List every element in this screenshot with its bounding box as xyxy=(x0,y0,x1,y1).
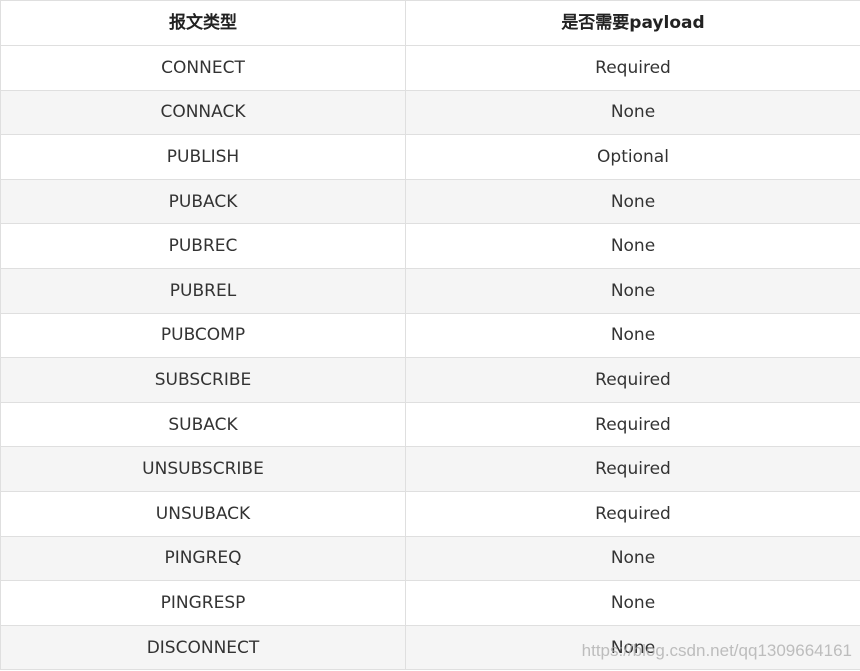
table-row: PINGREQ None xyxy=(0,535,860,582)
table-header-row: 报文类型 是否需要payload xyxy=(0,0,860,46)
table-row: PUBREC None xyxy=(0,223,860,269)
table-row: UNSUBACK Required xyxy=(0,490,860,537)
table-row: DISCONNECT None xyxy=(0,624,860,671)
cell-message-type: UNSUBSCRIBE xyxy=(0,446,406,492)
cell-message-type: PUBREL xyxy=(0,267,406,314)
table-row: SUBSCRIBE Required xyxy=(0,357,860,403)
cell-payload: None xyxy=(405,624,860,671)
cell-payload: None xyxy=(405,267,860,314)
table-row: PUBLISH Optional xyxy=(0,134,860,180)
table-row: PINGRESP None xyxy=(0,580,860,626)
table-row: CONNECT Required xyxy=(0,45,860,91)
cell-payload: None xyxy=(405,312,860,359)
payload-table-container: 报文类型 是否需要payload CONNECT Required CONNAC… xyxy=(0,0,860,671)
cell-payload: None xyxy=(405,223,860,269)
cell-message-type: DISCONNECT xyxy=(0,624,406,671)
cell-payload: None xyxy=(405,535,860,582)
table-body: CONNECT Required CONNACK None PUBLISH Op… xyxy=(0,45,860,671)
cell-payload: None xyxy=(405,178,860,225)
cell-payload: Required xyxy=(405,490,860,537)
table-row: CONNACK None xyxy=(0,89,860,136)
cell-message-type: CONNACK xyxy=(0,89,406,136)
cell-message-type: UNSUBACK xyxy=(0,490,406,537)
cell-message-type: PINGREQ xyxy=(0,535,406,582)
cell-payload: None xyxy=(405,89,860,136)
table-row: PUBACK None xyxy=(0,178,860,225)
table-row: SUBACK Required xyxy=(0,401,860,448)
table-row: PUBREL None xyxy=(0,267,860,314)
cell-payload: Optional xyxy=(405,134,860,180)
header-payload-required: 是否需要payload xyxy=(405,0,860,46)
cell-message-type: PUBREC xyxy=(0,223,406,269)
cell-message-type: PINGRESP xyxy=(0,580,406,626)
cell-message-type: PUBCOMP xyxy=(0,312,406,359)
cell-payload: Required xyxy=(405,357,860,403)
header-message-type: 报文类型 xyxy=(0,0,406,46)
payload-table: 报文类型 是否需要payload CONNECT Required CONNAC… xyxy=(0,0,860,671)
cell-message-type: PUBACK xyxy=(0,178,406,225)
cell-payload: None xyxy=(405,580,860,626)
table-row: UNSUBSCRIBE Required xyxy=(0,446,860,492)
table-row: PUBCOMP None xyxy=(0,312,860,359)
cell-payload: Required xyxy=(405,45,860,91)
cell-payload: Required xyxy=(405,446,860,492)
cell-message-type: SUBACK xyxy=(0,401,406,448)
cell-payload: Required xyxy=(405,401,860,448)
cell-message-type: PUBLISH xyxy=(0,134,406,180)
cell-message-type: CONNECT xyxy=(0,45,406,91)
cell-message-type: SUBSCRIBE xyxy=(0,357,406,403)
